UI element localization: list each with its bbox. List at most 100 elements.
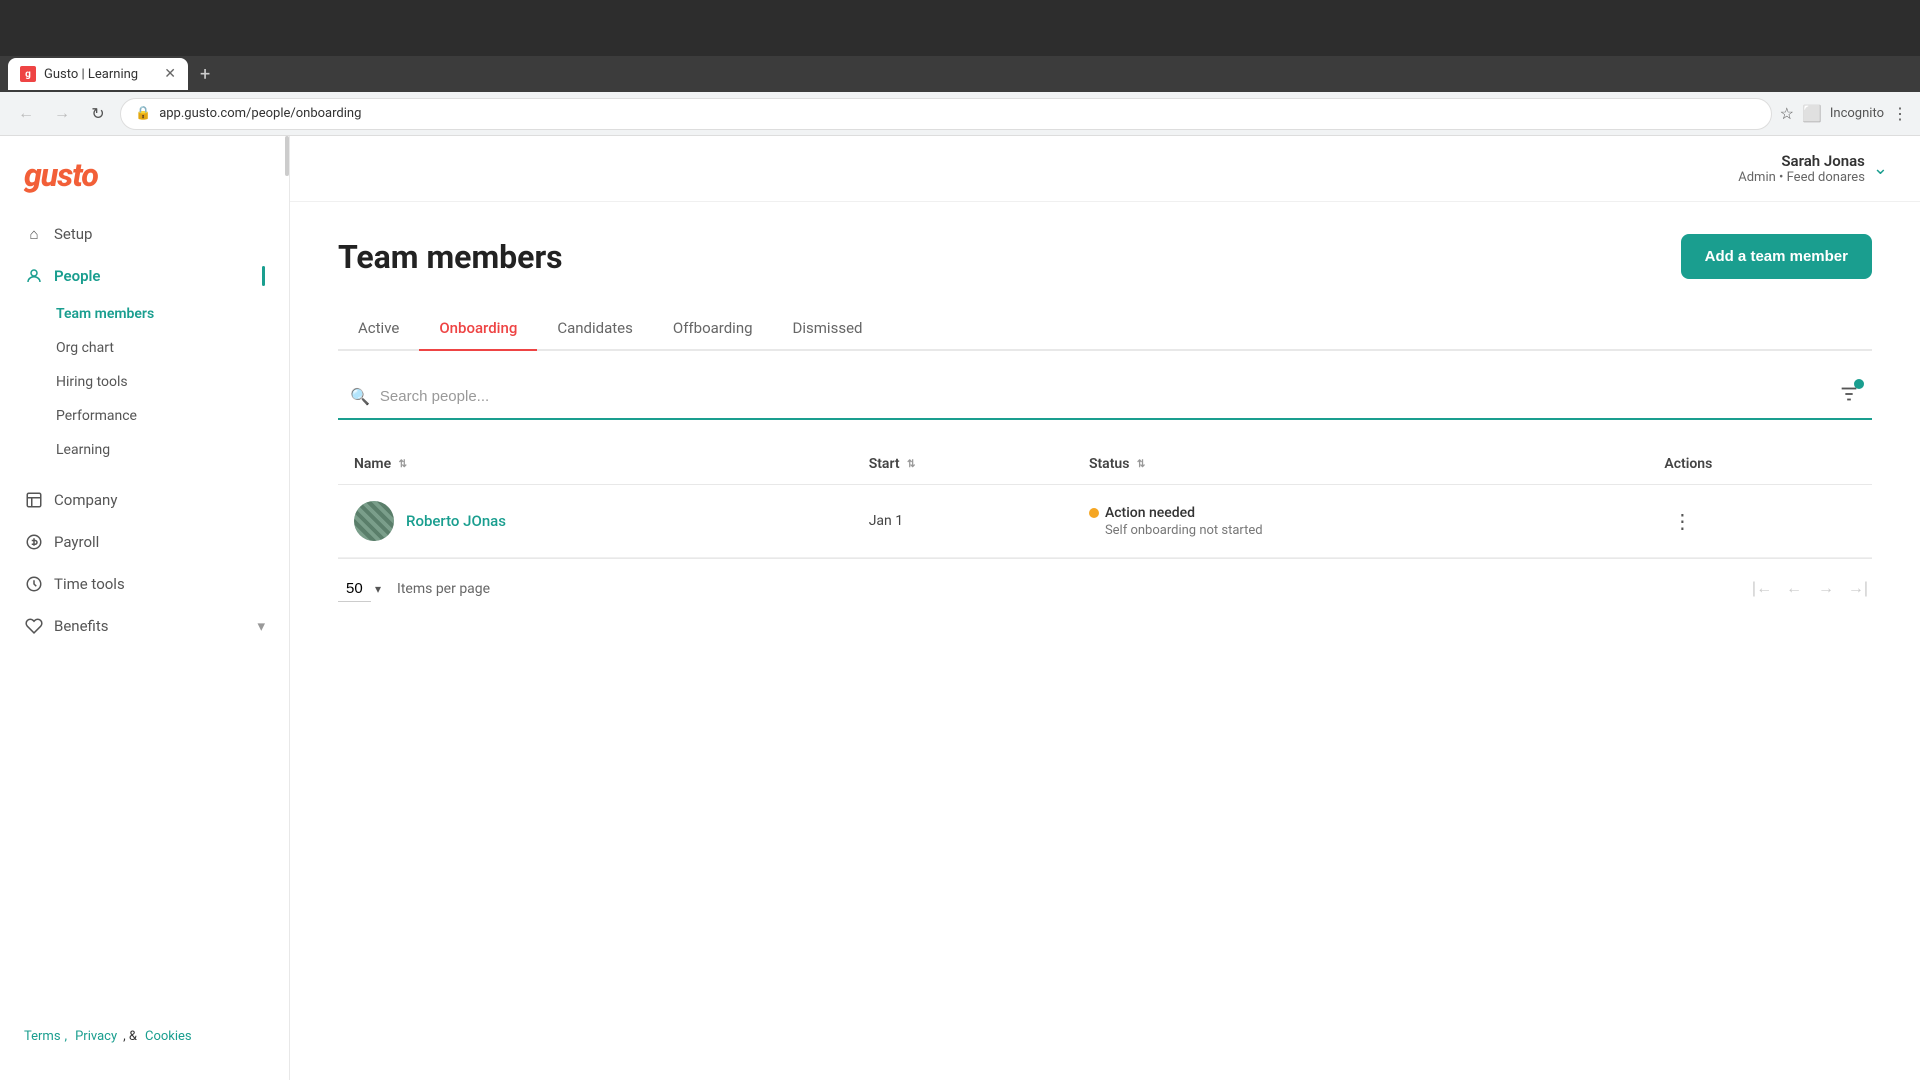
sidebar-header: gusto: [0, 136, 289, 214]
sidebar-item-time-tools-label: Time tools: [54, 575, 125, 593]
url-bar[interactable]: 🔒 app.gusto.com/people/onboarding: [120, 98, 1772, 130]
performance-label: Performance: [56, 408, 137, 424]
filter-active-dot: [1854, 379, 1864, 389]
sidebar-item-people[interactable]: People: [12, 256, 277, 296]
user-menu[interactable]: Sarah Jonas Admin • Feed donares ⌄: [1738, 152, 1888, 185]
member-status-cell: Action needed Self onboarding not starte…: [1073, 485, 1648, 558]
tab-onboarding[interactable]: Onboarding: [419, 307, 537, 351]
terms-link[interactable]: Terms: [24, 1029, 61, 1044]
tab-active[interactable]: Active: [338, 307, 419, 351]
sidebar-item-benefits-label: Benefits: [54, 617, 109, 635]
member-name-cell: Roberto JOnas: [338, 485, 853, 558]
privacy-link[interactable]: Privacy: [75, 1029, 117, 1044]
tab-offboarding[interactable]: Offboarding: [653, 307, 773, 351]
search-bar: 🔍: [338, 375, 1872, 420]
col-status[interactable]: Status ⇅: [1073, 444, 1648, 485]
forward-button[interactable]: →: [48, 100, 76, 128]
cookies-link[interactable]: Cookies: [145, 1029, 192, 1044]
per-page-arrow-icon: ▾: [375, 582, 381, 596]
row-action-button[interactable]: ⋮: [1664, 505, 1700, 538]
tab-title: Gusto | Learning: [44, 67, 138, 82]
sidebar-item-payroll-label: Payroll: [54, 533, 99, 551]
team-members-table: Name ⇅ Start ⇅ Status ⇅ Actions: [338, 444, 1872, 558]
page-title: Team members: [338, 238, 563, 276]
col-actions: Actions: [1648, 444, 1872, 485]
top-bar: Sarah Jonas Admin • Feed donares ⌄: [290, 136, 1920, 202]
sidebar-item-benefits[interactable]: Benefits ▾: [12, 606, 277, 646]
status-label: Action needed: [1105, 505, 1195, 521]
per-page-selector: 50 ▾: [338, 576, 381, 602]
user-role: Admin • Feed donares: [1738, 170, 1865, 185]
start-sort-icon[interactable]: ⇅: [907, 459, 915, 470]
menu-icon[interactable]: ⋮: [1892, 104, 1908, 123]
sidebar-item-company[interactable]: Company: [12, 480, 277, 520]
add-team-member-button[interactable]: Add a team member: [1681, 234, 1872, 279]
sidebar-subitem-org-chart[interactable]: Org chart: [12, 332, 277, 364]
filter-button[interactable]: [1838, 383, 1860, 410]
per-page-select[interactable]: 50: [338, 576, 371, 602]
back-button[interactable]: ←: [12, 100, 40, 128]
col-name[interactable]: Name ⇅: [338, 444, 853, 485]
sidebar-item-payroll[interactable]: Payroll: [12, 522, 277, 562]
active-tab[interactable]: g Gusto | Learning ✕: [8, 58, 188, 90]
sidebar-item-setup[interactable]: ⌂ Setup: [12, 214, 277, 254]
sidebar-scrollbar: [285, 136, 289, 176]
bookmark-icon[interactable]: ☆: [1780, 104, 1794, 123]
reload-button[interactable]: ↻: [84, 100, 112, 128]
status-sort-icon[interactable]: ⇅: [1137, 459, 1145, 470]
main-content: Sarah Jonas Admin • Feed donares ⌄ Team …: [290, 136, 1920, 1080]
page-navigation: |← ← → →|: [1748, 575, 1872, 603]
separator2: , &: [123, 1029, 137, 1044]
tab-candidates[interactable]: Candidates: [537, 307, 653, 351]
sidebar-nav: ⌂ Setup People Team members Org chart Hi…: [0, 214, 289, 646]
profile-icon[interactable]: Incognito: [1830, 106, 1884, 121]
sidebar-item-company-label: Company: [54, 491, 117, 509]
tab-dismissed[interactable]: Dismissed: [773, 307, 883, 351]
people-icon: [24, 266, 44, 286]
sidebar-subitem-team-members[interactable]: Team members: [12, 298, 277, 330]
table-row: Roberto JOnas Jan 1 Action needed: [338, 485, 1872, 558]
avatar: [354, 501, 394, 541]
sidebar-subitem-hiring-tools[interactable]: Hiring tools: [12, 366, 277, 398]
setup-icon: ⌂: [24, 224, 44, 244]
payroll-icon: [24, 532, 44, 552]
browser-tab-bar: g Gusto | Learning ✕ +: [0, 56, 1920, 92]
team-members-label: Team members: [56, 306, 154, 322]
org-chart-label: Org chart: [56, 340, 114, 356]
status-dot-warning: [1089, 508, 1099, 518]
new-tab-button[interactable]: +: [192, 64, 218, 85]
time-tools-icon: [24, 574, 44, 594]
first-page-button[interactable]: |←: [1748, 575, 1776, 603]
member-link[interactable]: Roberto JOnas: [406, 512, 506, 530]
sidebar-item-setup-label: Setup: [54, 225, 92, 243]
name-sort-icon[interactable]: ⇅: [399, 459, 407, 470]
start-date: Jan 1: [869, 513, 903, 529]
benefits-icon: [24, 616, 44, 636]
nav-actions: ☆ ⬜ Incognito ⋮: [1780, 104, 1908, 123]
search-icon: 🔍: [350, 387, 370, 406]
sidebar-subitem-performance[interactable]: Performance: [12, 400, 277, 432]
col-start[interactable]: Start ⇅: [853, 444, 1073, 485]
sidebar-item-people-label: People: [54, 267, 101, 285]
gusto-logo: gusto: [24, 156, 265, 194]
search-input[interactable]: [380, 388, 1828, 405]
user-name: Sarah Jonas: [1738, 152, 1865, 170]
hiring-tools-label: Hiring tools: [56, 374, 128, 390]
learning-label: Learning: [56, 442, 110, 458]
sidebar-item-time-tools[interactable]: Time tools: [12, 564, 277, 604]
avatar-image: [354, 501, 394, 541]
next-page-button[interactable]: →: [1812, 575, 1840, 603]
page-header: Team members Add a team member: [338, 234, 1872, 279]
member-start-cell: Jan 1: [853, 485, 1073, 558]
prev-page-button[interactable]: ←: [1780, 575, 1808, 603]
separator1: ,: [65, 1029, 68, 1044]
sidebar-subitem-learning[interactable]: Learning: [12, 434, 277, 466]
page-content: Team members Add a team member Active On…: [290, 202, 1920, 1080]
tab-close-button[interactable]: ✕: [164, 66, 176, 82]
last-page-button[interactable]: →|: [1844, 575, 1872, 603]
per-page-label: Items per page: [397, 581, 490, 597]
user-menu-chevron: ⌄: [1873, 158, 1888, 179]
tabs: Active Onboarding Candidates Offboarding…: [338, 307, 1872, 351]
extensions-icon[interactable]: ⬜: [1802, 104, 1822, 123]
active-indicator: [262, 266, 265, 286]
